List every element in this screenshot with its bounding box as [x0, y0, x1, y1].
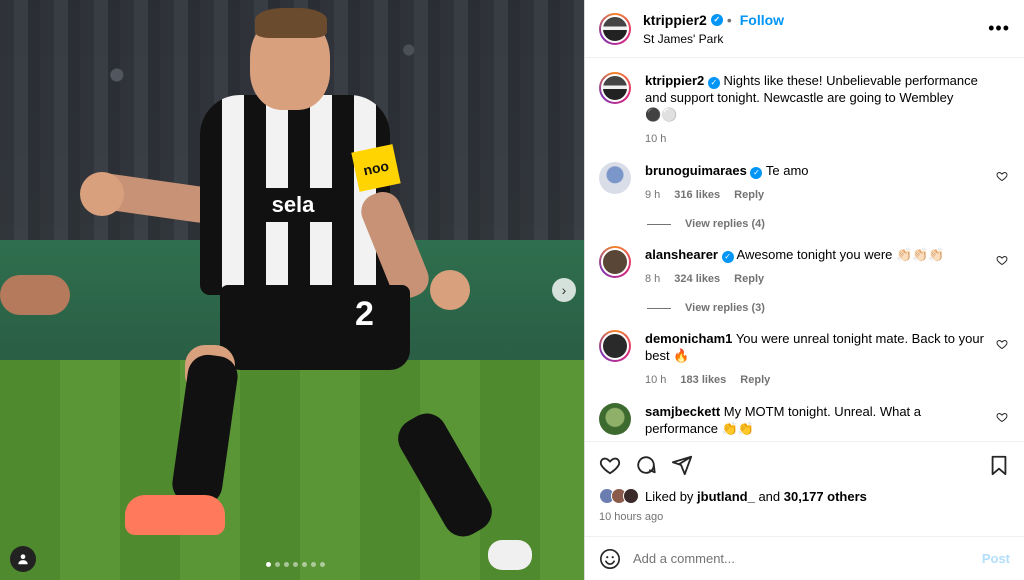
- comment-item: samjbeckett My MOTM tonight. Unreal. Wha…: [599, 403, 1010, 437]
- carousel-dot: [293, 562, 298, 567]
- emoji-icon[interactable]: [599, 548, 621, 570]
- follow-button[interactable]: Follow: [740, 12, 784, 28]
- commenter-avatar[interactable]: [599, 330, 631, 362]
- tag-user-icon[interactable]: [10, 546, 36, 572]
- next-arrow-icon[interactable]: ›: [552, 278, 576, 302]
- author-username[interactable]: ktrippier2: [643, 12, 707, 28]
- post-actions: [585, 441, 1024, 487]
- caption-time: 10 h: [645, 133, 667, 145]
- post-location[interactable]: St James' Park: [643, 32, 784, 46]
- comment-item: brunoguimaraes ✓ Te amo 9 h 316 likes Re…: [599, 162, 1010, 204]
- liked-by-user[interactable]: jbutland_: [697, 489, 755, 504]
- player-shorts: [220, 285, 410, 370]
- carousel-dot: [311, 562, 316, 567]
- captain-armband: noo: [351, 144, 401, 192]
- carousel-dots: [266, 562, 325, 567]
- more-icon[interactable]: •••: [988, 18, 1010, 39]
- comment-username[interactable]: demonicham1: [645, 331, 732, 346]
- comment-item: demonicham1 You were unreal tonight mate…: [599, 330, 1010, 389]
- post-panel: ktrippier2 ✓ • Follow St James' Park •••…: [584, 0, 1024, 580]
- caption-avatar[interactable]: [599, 72, 631, 104]
- teammate-arm: [0, 275, 70, 315]
- comment-username[interactable]: samjbeckett: [645, 404, 720, 419]
- comments-list[interactable]: ktrippier2 ✓ Nights like these! Unbeliev…: [585, 58, 1024, 441]
- liked-by-others[interactable]: 30,177 others: [784, 489, 867, 504]
- shirt-number: 2: [355, 295, 374, 333]
- comment-time: 8 h: [645, 273, 661, 285]
- heart-icon[interactable]: [996, 170, 1008, 182]
- comment-text: Te amo: [765, 163, 809, 178]
- player-left-boot: [125, 495, 225, 535]
- comment-time: 10 h: [645, 374, 667, 386]
- comment-likes[interactable]: 316 likes: [674, 187, 720, 204]
- verified-badge-icon: ✓: [750, 166, 763, 179]
- heart-icon[interactable]: [996, 338, 1008, 350]
- carousel-dot: [320, 562, 325, 567]
- player-right-fist: [430, 270, 470, 310]
- verified-badge-icon: ✓: [710, 13, 723, 26]
- comment-icon[interactable]: [635, 454, 657, 476]
- commenter-avatar[interactable]: [599, 246, 631, 278]
- heart-icon[interactable]: [996, 254, 1008, 266]
- comment-time: 9 h: [645, 189, 661, 201]
- carousel-dot: [266, 562, 271, 567]
- commenter-avatar[interactable]: [599, 162, 631, 194]
- carousel-dot: [284, 562, 289, 567]
- comment-text: Awesome tonight you were 👏🏻👏🏻👏🏻: [736, 247, 945, 262]
- caption-username[interactable]: ktrippier2: [645, 73, 704, 88]
- post-comment-button[interactable]: Post: [982, 551, 1010, 566]
- liker-avatars: [599, 488, 639, 504]
- player-left-fist: [80, 172, 124, 216]
- comment-likes[interactable]: 324 likes: [674, 271, 720, 288]
- post-time[interactable]: 10 hours ago: [599, 511, 663, 523]
- comment-input[interactable]: [633, 551, 982, 566]
- comment-likes[interactable]: 183 likes: [680, 372, 726, 389]
- comment-item: alanshearer ✓ Awesome tonight you were 👏…: [599, 246, 1010, 288]
- comment-username[interactable]: alanshearer: [645, 247, 718, 262]
- reply-button[interactable]: Reply: [740, 372, 770, 389]
- likes-summary[interactable]: Liked by jbutland_ and 30,177 others: [599, 488, 867, 504]
- player-right-boot: [488, 540, 532, 570]
- reply-button[interactable]: Reply: [734, 271, 764, 288]
- carousel-dot: [302, 562, 307, 567]
- carousel-dot: [275, 562, 280, 567]
- liked-by-and: and: [758, 488, 781, 504]
- caption: ktrippier2 ✓ Nights like these! Unbeliev…: [599, 72, 1010, 148]
- bookmark-icon[interactable]: [988, 454, 1010, 476]
- post-header: ktrippier2 ✓ • Follow St James' Park •••: [585, 0, 1024, 58]
- post-photo[interactable]: sela noo 2 ›: [0, 0, 584, 580]
- commenter-avatar[interactable]: [599, 403, 631, 435]
- author-avatar[interactable]: [599, 12, 631, 45]
- view-replies-button[interactable]: View replies (4): [647, 218, 1010, 230]
- verified-badge-icon: ✓: [721, 250, 734, 263]
- reply-button[interactable]: Reply: [734, 187, 764, 204]
- shirt-sponsor: sela: [250, 188, 336, 222]
- heart-icon[interactable]: [599, 454, 621, 476]
- verified-badge-icon: ✓: [707, 76, 720, 89]
- player-hair: [255, 8, 327, 38]
- comment-username[interactable]: brunoguimaraes: [645, 163, 747, 178]
- add-comment-bar: Post: [585, 536, 1024, 580]
- liked-by-prefix: Liked by: [645, 488, 694, 504]
- heart-icon[interactable]: [996, 411, 1008, 423]
- view-replies-button[interactable]: View replies (3): [647, 302, 1010, 314]
- share-icon[interactable]: [671, 454, 693, 476]
